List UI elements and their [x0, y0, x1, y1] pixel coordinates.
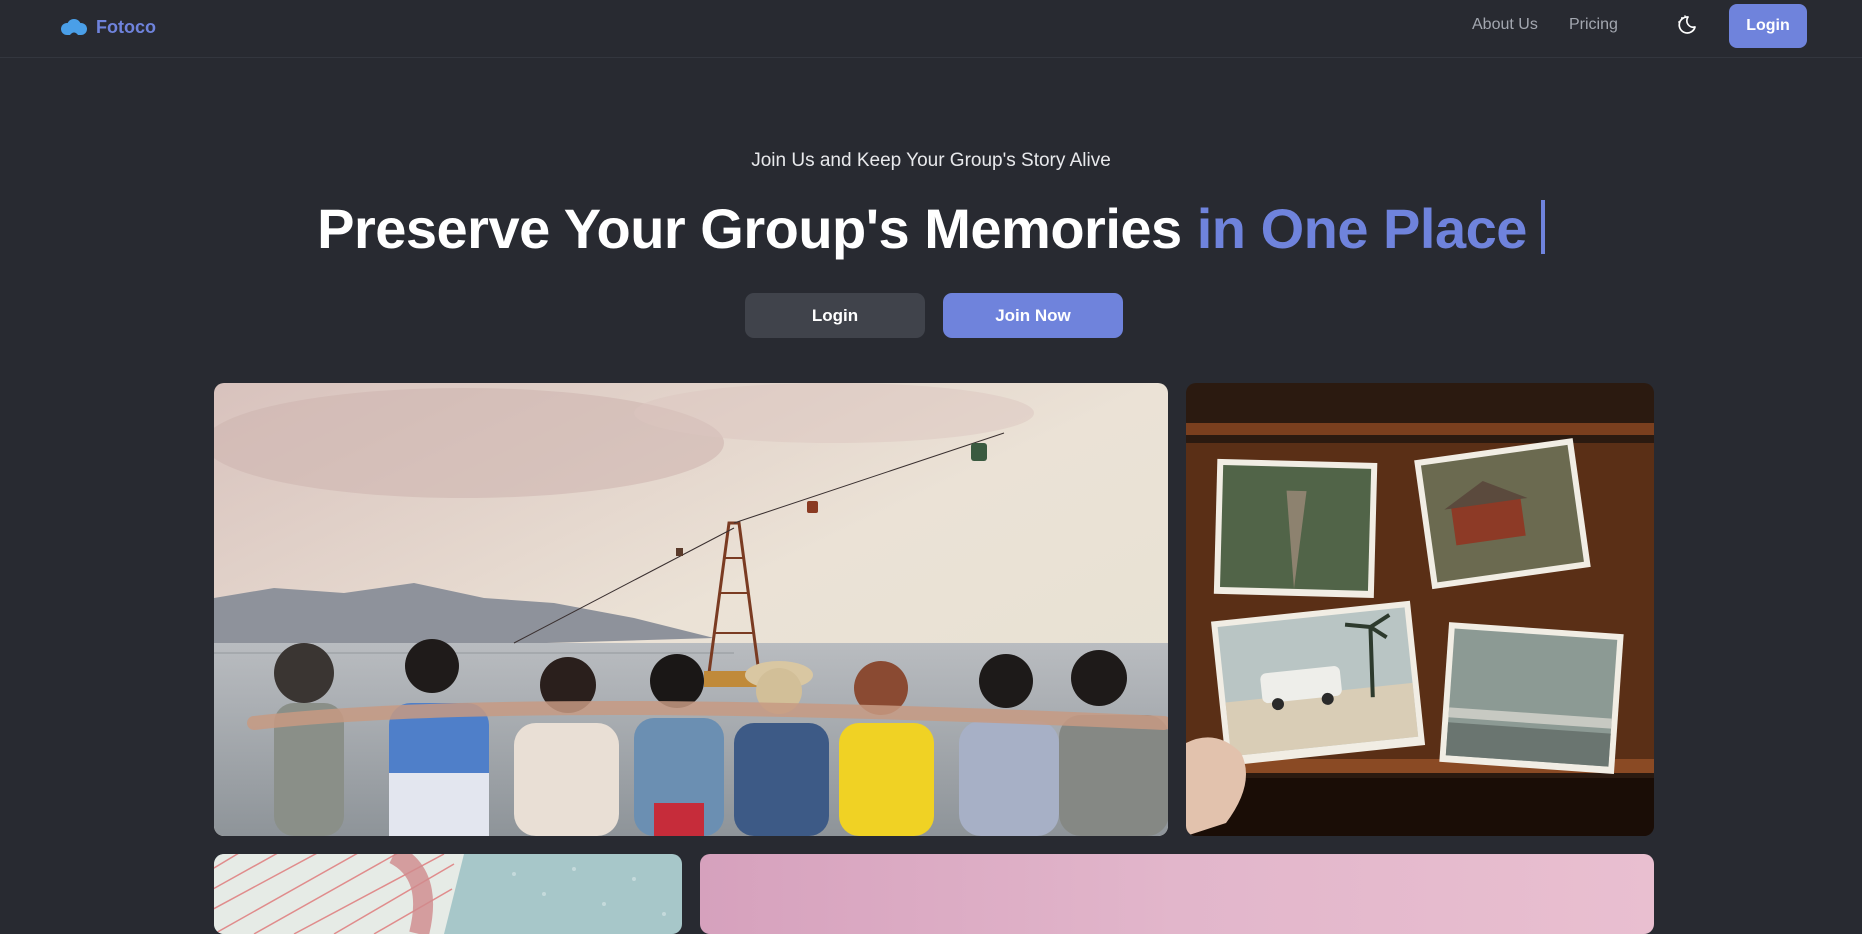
top-navbar: Fotoco About Us Pricing Login — [0, 0, 1862, 58]
friends-by-the-sea-photo — [214, 383, 1168, 836]
brand-name: Fotoco — [96, 16, 156, 37]
brand-logo[interactable]: Fotoco — [60, 14, 156, 40]
nav-link-about-us[interactable]: About Us — [1472, 16, 1538, 34]
cloud-icon — [61, 19, 87, 35]
hero-title: Preserve Your Group's Memories in One Pl… — [0, 196, 1862, 261]
nav-link-pricing[interactable]: Pricing — [1569, 16, 1618, 34]
hero-login-button[interactable]: Login — [745, 293, 925, 338]
typing-cursor — [1540, 200, 1545, 254]
theme-toggle-button[interactable] — [1675, 13, 1699, 37]
hero-title-accent: in One Place — [1196, 197, 1528, 260]
hero-subtitle: Join Us and Keep Your Group's Story Aliv… — [751, 150, 1111, 171]
printed-photos-on-wood-photo — [1186, 383, 1654, 836]
pink-sky-photo — [700, 854, 1654, 934]
notebook-photo — [214, 854, 682, 934]
join-now-button[interactable]: Join Now — [943, 293, 1123, 338]
nav-login-button[interactable]: Login — [1729, 4, 1807, 48]
moon-icon — [1678, 15, 1696, 34]
hero-title-main: Preserve Your Group's Memories — [317, 197, 1182, 260]
